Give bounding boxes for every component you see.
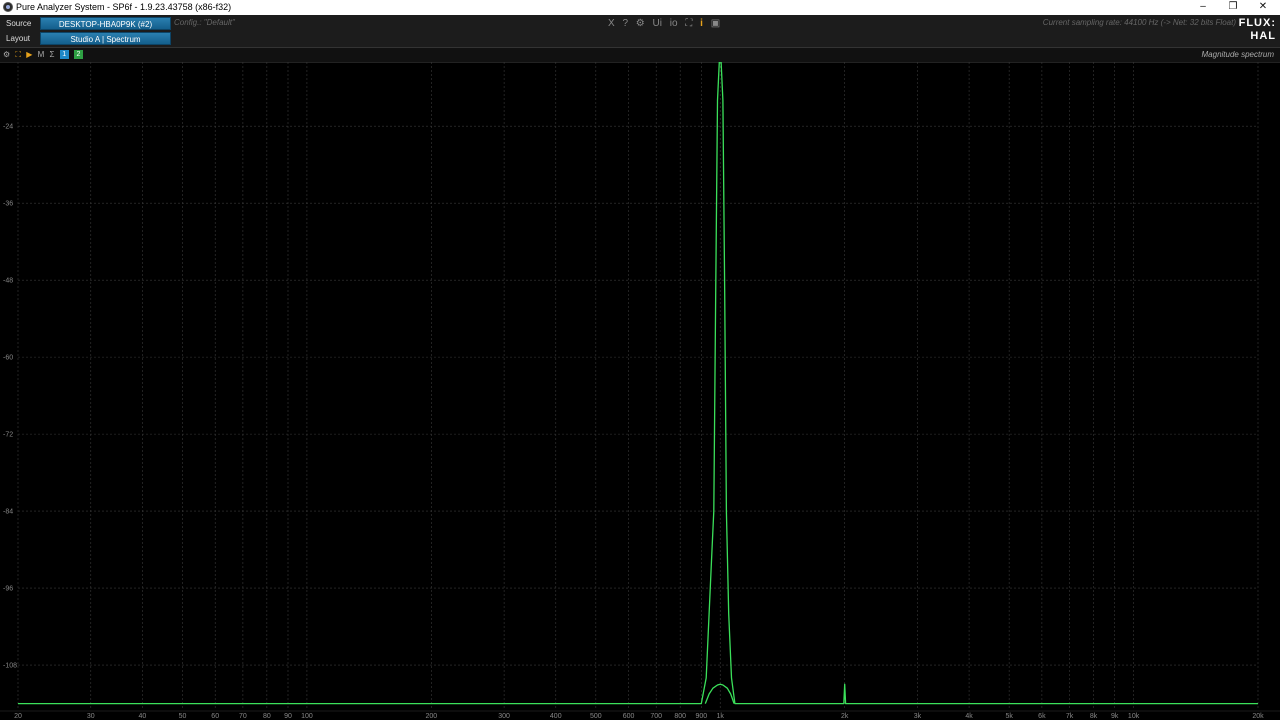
panel-settings-icon[interactable]: ⚙ (3, 49, 10, 61)
x-tick-label: 700 (650, 713, 662, 720)
x-tick-label: 60 (211, 713, 219, 720)
y-tick-label: -108 (3, 663, 17, 670)
magnitude-spectrum-plot[interactable]: -24 -36 -48 -60 -72 -84 -96 -108 20 30 40 50 60 70 80 9… (0, 62, 1280, 720)
axis-labels: -24 -36 -48 -60 -72 -84 -96 -108 20 30 40 50 60 70 80 9… (3, 124, 1264, 720)
y-tick-label: -24 (3, 124, 13, 131)
x-tick-label: 20 (14, 713, 22, 720)
x-tick-label: 2k (841, 713, 849, 720)
x-tick-label: 500 (590, 713, 602, 720)
x-tick-label: 30 (87, 713, 95, 720)
x-tick-label: 1k (717, 713, 725, 720)
config-text: Config.: "Default" (174, 18, 235, 27)
window-icon[interactable]: ▣ (711, 17, 720, 31)
x-tick-label: 6k (1038, 713, 1046, 720)
ui-button[interactable]: Ui (653, 17, 662, 31)
header: Source DESKTOP-HBA0P9K (#2) Layout Studi… (0, 15, 1280, 48)
minimize-button[interactable]: – (1188, 0, 1218, 15)
x-tick-label: 600 (623, 713, 635, 720)
fullscreen-icon[interactable]: ⛶ (685, 17, 692, 31)
marker-icon[interactable]: M (38, 49, 45, 61)
x-tick-label: 900 (695, 713, 707, 720)
y-tick-label: -84 (3, 509, 13, 516)
y-tick-label: -60 (3, 355, 13, 362)
x-tick-label: 90 (284, 713, 292, 720)
x-tick-label: 7k (1066, 713, 1074, 720)
close-session-icon[interactable]: X (608, 17, 615, 31)
x-tick-label: 80 (263, 713, 271, 720)
x-tick-label: 3k (914, 713, 922, 720)
logo-bottom: HAL (1250, 30, 1276, 42)
x-tick-label: 5k (1005, 713, 1013, 720)
window-title: Pure Analyzer System - SP6f - 1.9.23.437… (16, 2, 232, 12)
x-tick-label: 8k (1090, 713, 1098, 720)
x-tick-label: 9k (1111, 713, 1119, 720)
layout-label: Layout (6, 34, 31, 43)
sampling-rate-text: Current sampling rate: 44100 Hz (-> Net:… (1042, 18, 1236, 27)
x-tick-label: 100 (301, 713, 313, 720)
title-bar: Pure Analyzer System - SP6f - 1.9.23.437… (0, 0, 1280, 15)
app-icon (3, 2, 13, 12)
io-button[interactable]: io (670, 17, 678, 31)
header-toolbar: X ? ⚙ Ui io ⛶ i ▣ (608, 17, 725, 31)
panel-expand-icon[interactable]: ⛶ (15, 49, 21, 61)
sum-icon[interactable]: Σ (50, 49, 55, 61)
settings-icon[interactable]: ⚙ (636, 17, 645, 31)
x-tick-label: 400 (550, 713, 562, 720)
x-tick-label: 70 (239, 713, 247, 720)
x-tick-label: 200 (425, 713, 437, 720)
x-tick-label: 50 (179, 713, 187, 720)
logo-top: FLUX: (1238, 17, 1276, 29)
panel-title: Magnitude spectrum (1201, 50, 1274, 59)
y-tick-label: -72 (3, 432, 13, 439)
traces (18, 62, 1258, 705)
x-tick-label: 10k (1128, 713, 1140, 720)
source-label: Source (6, 19, 32, 28)
flux-logo: FLUX: HAL (1238, 17, 1276, 45)
panel-toolbar: ⚙ ⛶ ▶ M Σ 1 2 Magnitude spectrum (0, 48, 1280, 63)
spectrum-trace-2 (704, 683, 735, 704)
restore-button[interactable]: ❐ (1218, 0, 1248, 15)
close-button[interactable]: ✕ (1248, 0, 1278, 15)
grid (0, 62, 1280, 712)
x-tick-label: 4k (965, 713, 973, 720)
y-tick-label: -36 (3, 201, 13, 208)
y-tick-label: -48 (3, 278, 13, 285)
x-tick-label: 300 (498, 713, 510, 720)
x-tick-label: 40 (139, 713, 147, 720)
source-selector[interactable]: DESKTOP-HBA0P9K (#2) (40, 17, 171, 30)
help-icon[interactable]: ? (622, 17, 628, 31)
y-tick-label: -96 (3, 586, 13, 593)
layout-selector[interactable]: Studio A | Spectrum (40, 32, 171, 45)
channel-1-badge[interactable]: 1 (59, 50, 69, 60)
info-icon[interactable]: i (700, 17, 703, 31)
play-icon[interactable]: ▶ (26, 49, 32, 61)
channel-2-badge[interactable]: 2 (73, 50, 83, 60)
x-tick-label: 800 (674, 713, 686, 720)
spectrum-trace-1 (18, 62, 1258, 705)
x-tick-label: 20k (1252, 713, 1264, 720)
